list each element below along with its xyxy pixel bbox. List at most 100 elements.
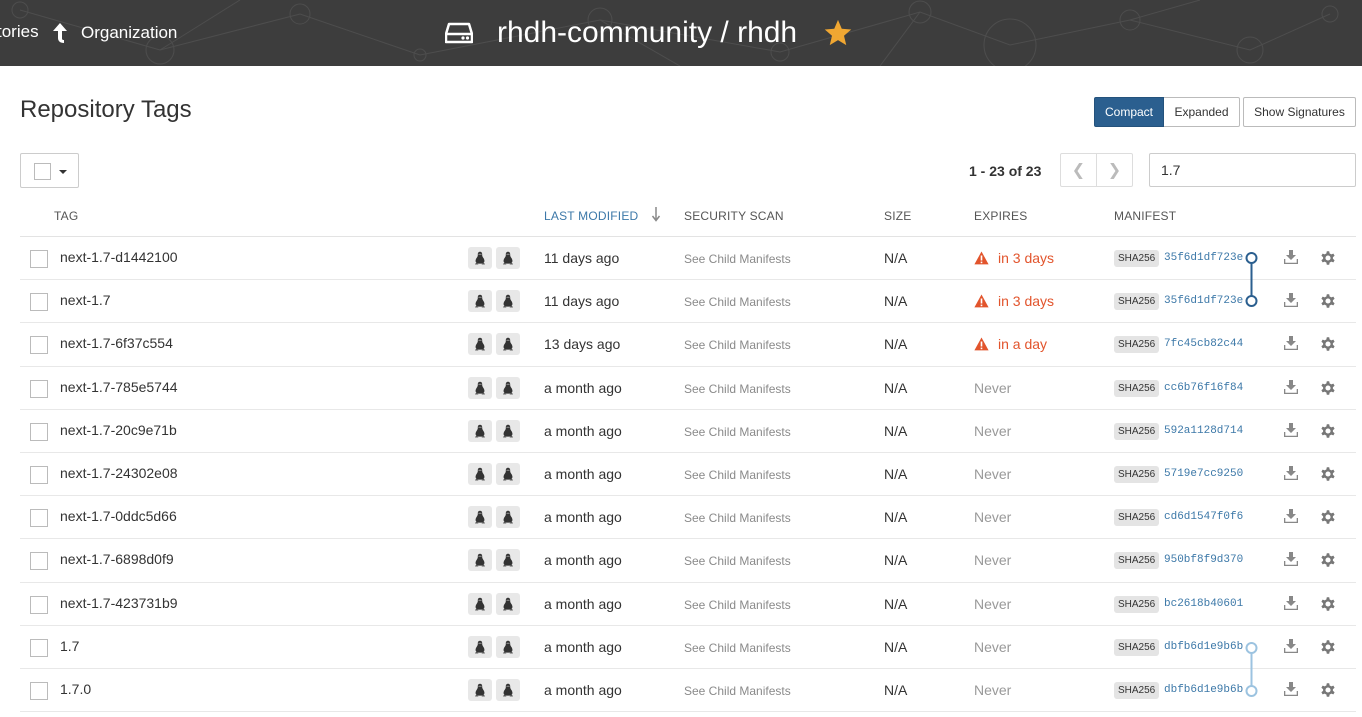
- gear-icon[interactable]: [1319, 292, 1337, 310]
- expires-value[interactable]: in 3 days: [974, 293, 1054, 309]
- linux-icon[interactable]: [468, 376, 492, 399]
- column-header-last-modified[interactable]: LAST MODIFIED: [544, 209, 638, 223]
- tag-filter-input[interactable]: [1149, 153, 1356, 187]
- see-child-manifests-link[interactable]: See Child Manifests: [684, 641, 791, 655]
- linux-icon[interactable]: [468, 506, 492, 529]
- tag-name-link[interactable]: next-1.7-6f37c554: [60, 335, 173, 351]
- breadcrumb-repositories[interactable]: tories: [0, 22, 39, 42]
- row-select-checkbox[interactable]: [30, 293, 48, 312]
- download-icon[interactable]: [1283, 595, 1299, 610]
- compact-view-button[interactable]: Compact: [1094, 97, 1164, 127]
- see-child-manifests-link[interactable]: See Child Manifests: [684, 382, 791, 396]
- linux-icon[interactable]: [496, 290, 520, 313]
- manifest-digest-link[interactable]: 35f6d1df723e: [1164, 252, 1243, 264]
- gear-icon[interactable]: [1319, 249, 1337, 267]
- gear-icon[interactable]: [1319, 681, 1337, 699]
- tag-name-link[interactable]: next-1.7-785e5744: [60, 379, 178, 395]
- bulk-select-dropdown[interactable]: [20, 153, 79, 188]
- row-select-checkbox[interactable]: [30, 336, 48, 355]
- row-select-checkbox[interactable]: [30, 681, 48, 700]
- row-select-checkbox[interactable]: [30, 465, 48, 484]
- row-select-checkbox[interactable]: [30, 379, 48, 398]
- download-icon[interactable]: [1283, 681, 1299, 697]
- tag-name-link[interactable]: next-1.7-20c9e71b: [60, 422, 177, 438]
- linux-icon[interactable]: [496, 549, 520, 572]
- gear-icon[interactable]: [1319, 595, 1337, 613]
- tag-name-link[interactable]: next-1.7-0ddc5d66: [60, 508, 177, 524]
- gear-icon[interactable]: [1319, 465, 1337, 483]
- tag-name-link[interactable]: next-1.7-24302e08: [60, 465, 178, 481]
- linux-icon[interactable]: [468, 635, 492, 658]
- manifest-digest-link[interactable]: 35f6d1df723e: [1164, 295, 1243, 307]
- sort-descending-icon[interactable]: [651, 206, 661, 222]
- gear-icon[interactable]: [1319, 508, 1337, 526]
- manifest-digest-link[interactable]: cc6b76f16f84: [1164, 382, 1243, 394]
- tag-name-link[interactable]: next-1.7-6898d0f9: [60, 551, 174, 567]
- row-select-checkbox[interactable]: [30, 250, 48, 268]
- expanded-view-button[interactable]: Expanded: [1164, 97, 1240, 127]
- show-signatures-button[interactable]: Show Signatures: [1243, 97, 1356, 127]
- manifest-digest-link[interactable]: dbfb6d1e9b6b: [1164, 641, 1243, 653]
- tag-name-link[interactable]: 1.7: [60, 638, 79, 654]
- row-select-checkbox[interactable]: [30, 509, 48, 528]
- linux-icon[interactable]: [468, 462, 492, 485]
- tag-name-link[interactable]: next-1.7-423731b9: [60, 595, 178, 611]
- see-child-manifests-link[interactable]: See Child Manifests: [684, 425, 791, 439]
- download-icon[interactable]: [1283, 638, 1299, 653]
- star-icon[interactable]: [823, 18, 853, 48]
- download-icon[interactable]: [1283, 552, 1299, 567]
- gear-icon[interactable]: [1319, 551, 1337, 569]
- download-icon[interactable]: [1283, 465, 1299, 481]
- linux-icon[interactable]: [468, 549, 492, 572]
- linux-icon[interactable]: [496, 333, 520, 356]
- linux-icon[interactable]: [496, 419, 520, 442]
- manifest-digest-link[interactable]: 950bf8f9d370: [1164, 554, 1243, 566]
- download-icon[interactable]: [1283, 293, 1299, 308]
- linux-icon[interactable]: [496, 506, 520, 529]
- row-select-checkbox[interactable]: [30, 595, 48, 614]
- gear-icon[interactable]: [1319, 335, 1337, 353]
- row-select-checkbox[interactable]: [30, 552, 48, 571]
- manifest-digest-link[interactable]: 592a1128d714: [1164, 425, 1243, 437]
- column-header-expires[interactable]: EXPIRES: [974, 209, 1027, 223]
- tag-name-link[interactable]: next-1.7-d1442100: [60, 249, 178, 265]
- gear-icon[interactable]: [1319, 638, 1337, 656]
- manifest-digest-link[interactable]: bc2618b40601: [1164, 598, 1243, 610]
- row-select-checkbox[interactable]: [30, 422, 48, 441]
- linux-icon[interactable]: [468, 290, 492, 313]
- linux-icon[interactable]: [468, 419, 492, 442]
- linux-icon[interactable]: [468, 247, 492, 269]
- see-child-manifests-link[interactable]: See Child Manifests: [684, 252, 791, 266]
- linux-icon[interactable]: [496, 462, 520, 485]
- linux-icon[interactable]: [496, 678, 520, 701]
- column-header-security-scan[interactable]: SECURITY SCAN: [684, 209, 784, 223]
- tag-name-link[interactable]: 1.7.0: [60, 681, 91, 697]
- previous-page-button[interactable]: ❮: [1061, 154, 1097, 186]
- see-child-manifests-link[interactable]: See Child Manifests: [684, 468, 791, 482]
- gear-icon[interactable]: [1319, 379, 1337, 397]
- expires-value[interactable]: in a day: [974, 336, 1047, 352]
- linux-icon[interactable]: [468, 333, 492, 356]
- manifest-digest-link[interactable]: dbfb6d1e9b6b: [1164, 684, 1243, 696]
- see-child-manifests-link[interactable]: See Child Manifests: [684, 554, 791, 568]
- manifest-digest-link[interactable]: 7fc45cb82c44: [1164, 338, 1243, 350]
- next-page-button[interactable]: ❯: [1097, 154, 1132, 186]
- see-child-manifests-link[interactable]: See Child Manifests: [684, 684, 791, 698]
- row-select-checkbox[interactable]: [30, 638, 48, 657]
- see-child-manifests-link[interactable]: See Child Manifests: [684, 511, 791, 525]
- download-icon[interactable]: [1283, 336, 1299, 351]
- column-header-size[interactable]: SIZE: [884, 209, 911, 223]
- see-child-manifests-link[interactable]: See Child Manifests: [684, 338, 791, 352]
- tag-name-link[interactable]: next-1.7: [60, 292, 111, 308]
- expires-value[interactable]: in 3 days: [974, 250, 1054, 266]
- linux-icon[interactable]: [496, 635, 520, 658]
- linux-icon[interactable]: [468, 592, 492, 615]
- manifest-digest-link[interactable]: 5719e7cc9250: [1164, 468, 1243, 480]
- gear-icon[interactable]: [1319, 422, 1337, 440]
- see-child-manifests-link[interactable]: See Child Manifests: [684, 295, 791, 309]
- download-icon[interactable]: [1283, 422, 1299, 438]
- breadcrumb-organization[interactable]: Organization: [51, 22, 177, 44]
- column-header-manifest[interactable]: MANIFEST: [1114, 209, 1176, 223]
- linux-icon[interactable]: [496, 376, 520, 399]
- manifest-digest-link[interactable]: cd6d1547f0f6: [1164, 511, 1243, 523]
